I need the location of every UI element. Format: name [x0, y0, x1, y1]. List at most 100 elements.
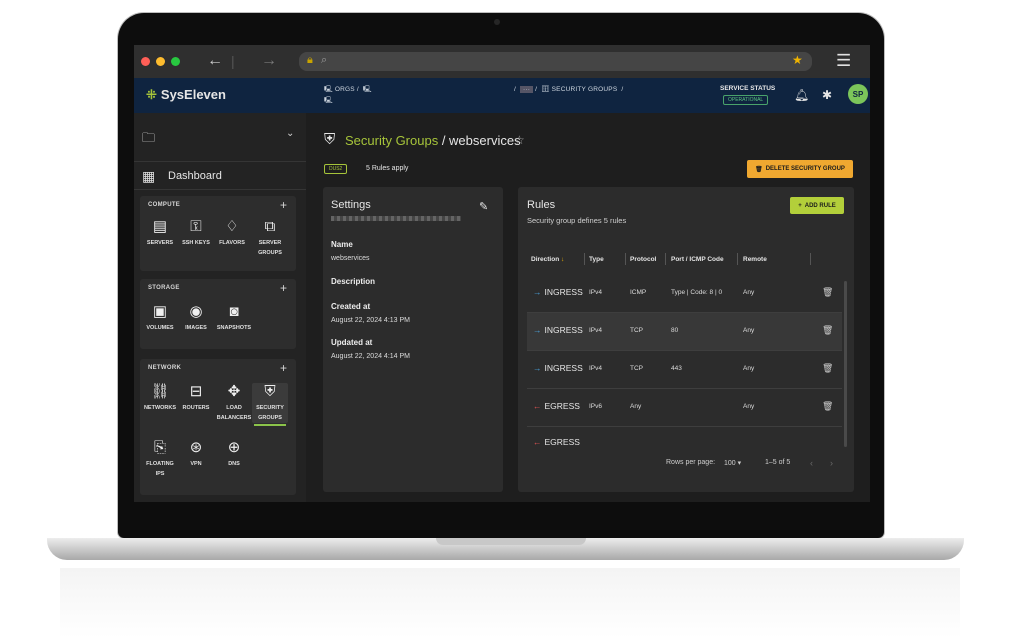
- flavor-icon: ♢: [225, 218, 239, 235]
- redacted-id: [331, 216, 461, 221]
- egress-arrow-icon: ←: [533, 401, 542, 411]
- router-icon: ⊟: [189, 383, 203, 400]
- avatar[interactable]: SP: [848, 84, 868, 104]
- sidebar-item-server-groups[interactable]: ⧉ SERVER GROUPS: [252, 218, 288, 258]
- add-network-icon[interactable]: +: [280, 361, 287, 375]
- brand-logo[interactable]: ⁜ SysEleven: [146, 87, 226, 103]
- sidebar-item-routers[interactable]: ⊟ ROUTERS: [178, 383, 214, 413]
- browser-toolbar: ← | → 🔒︎ ⌕ ★ ☰: [134, 45, 870, 78]
- window-zoom-button[interactable]: [171, 57, 180, 66]
- network-icon: ⛓: [150, 383, 170, 400]
- sidebar-item-ssh-keys[interactable]: ⚿ SSH KEYS: [178, 218, 214, 248]
- server-icon: ▤: [152, 218, 168, 235]
- window-minimize-button[interactable]: [156, 57, 165, 66]
- trash-icon: 🗑︎: [755, 166, 763, 173]
- service-status-label: SERVICE STATUS: [720, 85, 776, 92]
- rules-card: Rules Security group defines 5 rules + AD…: [518, 187, 854, 492]
- sidebar-item-load-balancers[interactable]: ✥ LOAD BALANCERS: [216, 383, 252, 423]
- table-scrollbar[interactable]: [844, 281, 847, 447]
- laptop-camera: [494, 19, 500, 25]
- bug-icon[interactable]: ✱: [822, 88, 832, 102]
- sidebar-item-dashboard[interactable]: ▦ Dashboard: [134, 161, 306, 190]
- sidebar-item-flavors[interactable]: ♢ FLAVORS: [214, 218, 250, 248]
- rules-count: 5 Rules apply: [366, 165, 409, 172]
- rows-per-page-select[interactable]: 100 ▾: [724, 459, 741, 467]
- delete-rule-icon[interactable]: 🗑︎: [822, 287, 833, 298]
- delete-rule-icon[interactable]: 🗑︎: [822, 325, 833, 336]
- address-bar[interactable]: 🔒︎ ⌕ ★: [299, 52, 812, 71]
- sidebar-item-floating-ips[interactable]: ⎘ FLOATING IPS: [142, 439, 178, 479]
- dashboard-icon: ▦: [142, 168, 156, 184]
- logo-mark-icon: ⁜: [146, 87, 157, 102]
- arrow-left-icon[interactable]: ←: [207, 51, 223, 71]
- delete-rule-icon[interactable]: 🗑︎: [822, 363, 833, 374]
- delete-security-group-button[interactable]: 🗑︎ DELETE SECURITY GROUP: [747, 160, 853, 178]
- globe-icon: ⊕: [227, 439, 241, 456]
- previous-page-icon[interactable]: ‹: [810, 458, 813, 468]
- settings-card: Settings ✎ Name webservices Description …: [323, 187, 503, 492]
- plus-icon: +: [798, 202, 802, 209]
- sidebar-item-servers[interactable]: ▤ SERVERS: [142, 218, 178, 248]
- ingress-arrow-icon: →: [533, 287, 542, 297]
- service-status-badge[interactable]: OPERATIONAL: [723, 95, 769, 105]
- arrow-right-icon[interactable]: →: [261, 51, 277, 71]
- breadcrumb-security-groups[interactable]: 🗄 SECURITY GROUPS: [541, 86, 617, 93]
- table-row[interactable]: → INGRESS IPv4 TCP 80 Any 🗑︎: [527, 313, 842, 351]
- favorite-star-icon[interactable]: ☆: [514, 133, 525, 147]
- sidebar-item-volumes[interactable]: ▣ VOLUMES: [142, 303, 178, 333]
- bookmark-star-icon[interactable]: ★: [792, 53, 803, 67]
- folder-icon[interactable]: 🗀: [142, 129, 155, 151]
- table-row[interactable]: → INGRESS IPv4 TCP 443 Any 🗑︎: [527, 351, 842, 389]
- app-header: ⁜ SysEleven 🖳 ORGS / 🖳 🖳 / ··· / 🗄 SECURI…: [134, 78, 870, 113]
- column-header-type[interactable]: Type: [589, 256, 604, 263]
- server-group-icon: ⧉: [264, 218, 276, 235]
- breadcrumb-orgs[interactable]: 🖳 ORGS / 🖳: [324, 85, 372, 96]
- hamburger-menu-icon[interactable]: ☰: [836, 51, 851, 71]
- network-panel: NETWORK + ⛓ NETWORKS ⊟ ROUTERS ✥ LOAD BA…: [140, 359, 296, 495]
- chevron-down-icon[interactable]: ⌄: [286, 128, 294, 139]
- window-close-button[interactable]: [141, 57, 150, 66]
- column-header-remote[interactable]: Remote: [743, 256, 767, 263]
- search-icon: ⌕: [321, 54, 328, 66]
- delete-rule-icon[interactable]: 🗑︎: [822, 401, 833, 412]
- add-rule-button[interactable]: + ADD RULE: [790, 197, 844, 214]
- load-balancer-icon: ✥: [227, 383, 241, 400]
- column-header-protocol[interactable]: Protocol: [630, 256, 656, 263]
- laptop-screen: ← | → 🔒︎ ⌕ ★ ☰ ⁜ SysEleven 🖳 ORGS / 🖳 🖳 /…: [134, 45, 870, 502]
- floating-ip-icon: ⎘: [153, 439, 166, 456]
- product-mockup: ← | → 🔒︎ ⌕ ★ ☰ ⁜ SysEleven 🖳 ORGS / 🖳 🖳 /…: [0, 0, 1024, 640]
- sidebar-item-security-groups[interactable]: ⛨ SECURITY GROUPS: [252, 383, 288, 426]
- add-compute-icon[interactable]: +: [280, 198, 287, 212]
- sidebar-item-vpn[interactable]: ⊛ VPN: [178, 439, 214, 469]
- sort-arrow-icon: ↓: [560, 256, 565, 263]
- sidebar-item-networks[interactable]: ⛓ NETWORKS: [142, 383, 178, 413]
- egress-arrow-icon: ←: [533, 437, 542, 447]
- bell-icon[interactable]: 🔔︎: [794, 88, 809, 102]
- main-content: ⛨ Security Groups / webservices ☆ DUS2 5…: [306, 113, 870, 502]
- sidebar: 🗀 ⌄ ▦ Dashboard COMPUTE + ▤ SERVERS ⚿ SS…: [134, 113, 306, 502]
- compute-panel: COMPUTE + ▤ SERVERS ⚿ SSH KEYS ♢ FLAVORS…: [140, 196, 296, 271]
- key-icon: ⚿: [190, 218, 202, 235]
- active-indicator: [254, 424, 286, 426]
- sidebar-item-dns[interactable]: ⊕ DNS: [216, 439, 252, 469]
- column-header-direction[interactable]: Direction ↓: [531, 256, 564, 263]
- volume-icon: ▣: [152, 303, 168, 320]
- column-header-port[interactable]: Port / ICMP Code: [671, 256, 724, 263]
- security-group-icon: ⛨: [324, 131, 336, 148]
- sidebar-item-snapshots[interactable]: ◙ SNAPSHOTS: [216, 303, 252, 333]
- image-disc-icon: ◉: [189, 303, 203, 320]
- table-row[interactable]: → INGRESS IPv4 ICMP Type | Code: 8 | 0 An…: [527, 275, 842, 313]
- rows-per-page-label: Rows per page:: [666, 459, 716, 466]
- pagination-range: 1–5 of 5: [765, 459, 791, 466]
- table-row[interactable]: ← EGRESS IPv6 Any Any 🗑︎: [527, 389, 842, 427]
- add-storage-icon[interactable]: +: [280, 281, 287, 295]
- laptop-reflection: [60, 568, 960, 638]
- table-row[interactable]: ← EGRESS: [527, 427, 842, 447]
- breadcrumb-project-icon: 🖳: [324, 97, 333, 104]
- next-page-icon[interactable]: ›: [830, 458, 833, 468]
- sidebar-item-images[interactable]: ◉ IMAGES: [178, 303, 214, 333]
- edit-pencil-icon[interactable]: ✎: [479, 200, 488, 213]
- security-group-icon: ⛨: [264, 383, 276, 400]
- caret-down-icon: ▾: [737, 460, 742, 467]
- region-badge: DUS2: [324, 164, 348, 174]
